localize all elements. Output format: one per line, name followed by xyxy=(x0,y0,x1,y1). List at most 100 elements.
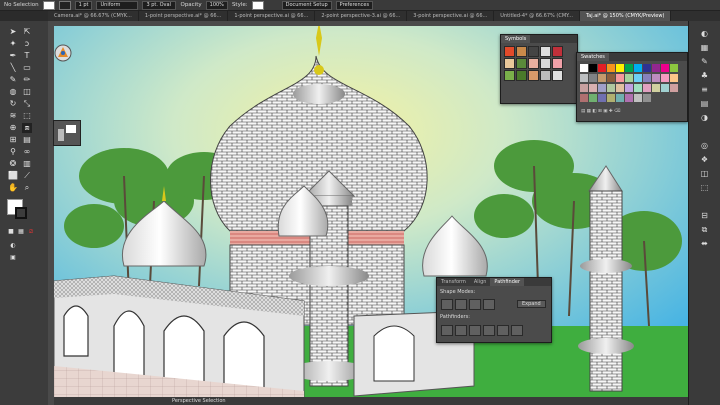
swatches-tab[interactable]: Swatches xyxy=(577,53,609,61)
symbol-item[interactable] xyxy=(540,46,551,57)
symbol-item[interactable] xyxy=(504,58,515,69)
eraser-tool-icon[interactable]: ◫ xyxy=(22,87,32,97)
perspective-grid-widget-icon[interactable] xyxy=(54,44,72,62)
swatch[interactable] xyxy=(607,94,615,102)
pen-tool-icon[interactable]: ✒ xyxy=(8,51,18,61)
swatch[interactable] xyxy=(670,74,678,82)
align-tab[interactable]: Align xyxy=(470,278,491,286)
transparency-panel-icon[interactable]: ◑ xyxy=(699,113,710,123)
merge-button[interactable] xyxy=(469,325,481,336)
swatch[interactable] xyxy=(661,64,669,72)
transform-panel-icon[interactable]: ⬌ xyxy=(699,239,710,249)
grid-plane-widget[interactable] xyxy=(53,120,81,146)
swatch[interactable] xyxy=(607,84,615,92)
swatch[interactable] xyxy=(607,74,615,82)
symbol-item[interactable] xyxy=(552,58,563,69)
line-tool-icon[interactable]: ╲ xyxy=(8,63,18,73)
swatch[interactable] xyxy=(616,84,624,92)
exclude-button[interactable] xyxy=(483,299,495,310)
color-panel-icon[interactable]: ◐ xyxy=(699,29,710,39)
hand-tool-icon[interactable]: ✋ xyxy=(8,183,18,193)
artboard-tool-icon[interactable]: ⬜ xyxy=(8,171,18,181)
minus-back-button[interactable] xyxy=(511,325,523,336)
swatch[interactable] xyxy=(634,94,642,102)
width-tool-icon[interactable]: ≋ xyxy=(8,111,18,121)
brush-definition-select[interactable]: 3 pt. Oval xyxy=(142,0,177,10)
rectangle-tool-icon[interactable]: ▭ xyxy=(22,63,32,73)
swatch[interactable] xyxy=(643,64,651,72)
symbol-item[interactable] xyxy=(540,58,551,69)
symbol-item[interactable] xyxy=(552,46,563,57)
trim-button[interactable] xyxy=(455,325,467,336)
swatch[interactable] xyxy=(670,84,678,92)
mesh-tool-icon[interactable]: ⊞ xyxy=(8,135,18,145)
stroke-color-box[interactable] xyxy=(15,207,27,219)
stroke-swatch[interactable] xyxy=(58,0,71,10)
symbol-item[interactable] xyxy=(528,58,539,69)
swatch[interactable] xyxy=(616,64,624,72)
intersect-button[interactable] xyxy=(469,299,481,310)
document-setup-button[interactable]: Document Setup xyxy=(281,0,332,10)
type-tool-icon[interactable]: T xyxy=(22,51,32,61)
stroke-panel-icon[interactable]: ≡ xyxy=(699,85,710,95)
symbol-item[interactable] xyxy=(504,70,515,81)
layers-panel-icon[interactable]: ◫ xyxy=(699,169,710,179)
doc-tab[interactable]: 2-point perspective-3.ai @ 66... xyxy=(315,11,408,21)
free-transform-tool-icon[interactable]: ⬚ xyxy=(22,111,32,121)
stroke-weight-field[interactable]: 1 pt xyxy=(74,0,93,10)
pathfinder-tab[interactable]: Pathfinder xyxy=(490,278,525,286)
zoom-tool-icon[interactable]: ⌕ xyxy=(22,183,32,193)
swatch[interactable] xyxy=(616,74,624,82)
gradient-panel-icon[interactable]: ▤ xyxy=(699,99,710,109)
blend-tool-icon[interactable]: ∞ xyxy=(22,147,32,157)
swatch[interactable] xyxy=(589,74,597,82)
shape-builder-tool-icon[interactable]: ⊕ xyxy=(8,123,18,133)
symbol-item[interactable] xyxy=(528,70,539,81)
swatch[interactable] xyxy=(634,84,642,92)
direct-selection-tool-icon[interactable]: ⇱ xyxy=(22,27,32,37)
slice-tool-icon[interactable]: ⟋ xyxy=(22,171,32,181)
swatch[interactable] xyxy=(598,84,606,92)
swatch[interactable] xyxy=(598,64,606,72)
symbol-item[interactable] xyxy=(540,70,551,81)
transform-tab[interactable]: Transform xyxy=(437,278,470,286)
swatch[interactable] xyxy=(652,64,660,72)
swatch[interactable] xyxy=(616,94,624,102)
unite-button[interactable] xyxy=(441,299,453,310)
doc-tab[interactable]: 1-point perspective.ai* @ 66... xyxy=(139,11,229,21)
symbol-sprayer-tool-icon[interactable]: ❂ xyxy=(8,159,18,169)
gradient-tool-icon[interactable]: ▤ xyxy=(22,135,32,145)
column-graph-tool-icon[interactable]: ▥ xyxy=(22,159,32,169)
swatch[interactable] xyxy=(625,84,633,92)
none-mode-icon[interactable]: ⧄ xyxy=(26,227,36,237)
perspective-grid-tool-icon[interactable]: ⧈ xyxy=(22,123,32,133)
lasso-tool-icon[interactable]: ↄ xyxy=(22,39,32,49)
symbols-tab[interactable]: Symbols xyxy=(501,35,531,43)
doc-tab[interactable]: 3-point perspective.ai @ 66... xyxy=(407,11,495,21)
brushes-panel-icon[interactable]: ✎ xyxy=(699,57,710,67)
swatch[interactable] xyxy=(580,74,588,82)
symbol-item[interactable] xyxy=(516,46,527,57)
gradient-mode-icon[interactable]: ▦ xyxy=(16,227,26,237)
color-mode-icon[interactable]: ■ xyxy=(6,227,16,237)
swatch[interactable] xyxy=(625,94,633,102)
symbol-item[interactable] xyxy=(516,58,527,69)
divide-button[interactable] xyxy=(441,325,453,336)
swatch[interactable] xyxy=(661,74,669,82)
swatch[interactable] xyxy=(634,74,642,82)
symbol-item[interactable] xyxy=(516,70,527,81)
paintbrush-tool-icon[interactable]: ✎ xyxy=(8,75,18,85)
swatch[interactable] xyxy=(598,74,606,82)
symbol-item[interactable] xyxy=(552,70,563,81)
rotate-tool-icon[interactable]: ↻ xyxy=(8,99,18,109)
symbol-item[interactable] xyxy=(504,46,515,57)
eyedropper-tool-icon[interactable]: ⚲ xyxy=(8,147,18,157)
swatch[interactable] xyxy=(652,74,660,82)
artboards-panel-icon[interactable]: ⬚ xyxy=(699,183,710,193)
symbol-item[interactable] xyxy=(528,46,539,57)
appearance-panel-icon[interactable]: ◎ xyxy=(699,141,710,151)
swatch[interactable] xyxy=(652,84,660,92)
minus-front-button[interactable] xyxy=(455,299,467,310)
swatch[interactable] xyxy=(580,84,588,92)
brush-profile-select[interactable]: Uniform xyxy=(96,0,139,10)
